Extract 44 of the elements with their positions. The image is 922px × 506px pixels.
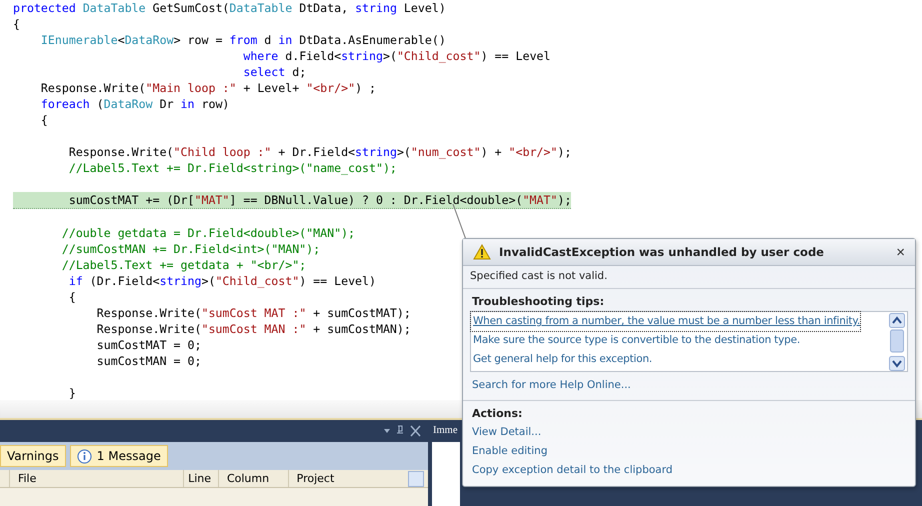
action-link[interactable]: Copy exception detail to the clipboard [472, 461, 673, 480]
section-heading: Troubleshooting tips: [472, 295, 606, 308]
code-line: Response.Write("Main loop :" + Level+ "<br/>") ; [40, 80, 376, 96]
tip-link[interactable]: Get general help for this exception. [471, 350, 652, 369]
code-line: { [68, 289, 76, 305]
code-line: sumCostMAN = 0; [96, 353, 202, 369]
column-header[interactable]: Line [184, 470, 219, 487]
code-line: sumCostMAT = 0; [96, 337, 202, 353]
code-line: //Label5.Text += Dr.Field<string>("name_cost"); [68, 160, 397, 176]
code-line: where d.Field<string>("Child_cost") == Level [242, 48, 551, 64]
code-line: if (Dr.Field<string>("Child_cost") == Level) [68, 273, 376, 289]
panel-background [432, 442, 460, 506]
panel-title: Imme [432, 424, 458, 438]
help-link[interactable]: Search for more Help Online... [472, 376, 631, 394]
info-icon [76, 448, 92, 464]
code-line: //Label5.Text += getdata + "<br/>"; [60, 257, 306, 273]
section-heading: Actions: [472, 407, 524, 420]
code-line: Response.Write("sumCost MAT :" + sumCostMAT); [96, 305, 411, 321]
warning-icon [473, 244, 491, 260]
action-link[interactable]: View Detail... [472, 423, 542, 442]
column-header[interactable]: Project [288, 470, 408, 487]
column-header[interactable]: File [10, 470, 184, 487]
code-line: IEnumerable<DataRow> row = from d in DtData.AsEnumerable() [40, 32, 446, 48]
code-line: foreach (DataRow Dr in row) [40, 96, 230, 112]
tip-link[interactable]: When casting from a number, the value must be a number less than infinity. [471, 312, 860, 331]
code-line: { [40, 112, 48, 128]
window-controls-icon[interactable] [382, 425, 422, 437]
code-line: } [68, 385, 76, 401]
exception-message: Specified cast is not valid. [463, 266, 915, 289]
scrollbar-icon[interactable] [889, 313, 905, 371]
code-line: { [13, 16, 20, 32]
popup-title: InvalidCastException was unhandled by user code [499, 245, 824, 259]
code-line: //sumCostMAN += Dr.Field<int>("MAN"); [60, 241, 320, 257]
action-link[interactable]: Enable editing [472, 442, 548, 461]
error-list-tab[interactable]: 1 Message [70, 445, 168, 467]
code-line: //ouble getdata = Dr.Field<double>("MAN"); [60, 225, 356, 241]
code-line: Response.Write("Child loop :" + Dr.Field<string>("num_cost") + "<br/>"); [68, 144, 572, 160]
error-list-tab[interactable]: Varnings [0, 445, 66, 467]
code-line: protected DataTable GetSumCost(DataTable DtData, string Level) [13, 0, 446, 16]
close-button[interactable]: × [892, 244, 909, 260]
column-header[interactable]: Column [218, 470, 289, 487]
tip-link[interactable]: Make sure the source type is convertible to the destination type. [471, 331, 800, 350]
code-line: Response.Write("sumCost MAN :" + sumCostMAN); [96, 321, 411, 337]
code-line: select d; [242, 64, 306, 80]
